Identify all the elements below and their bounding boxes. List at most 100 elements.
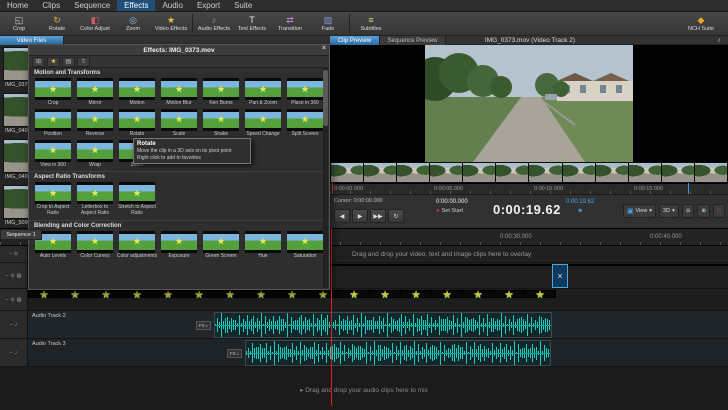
menu-export[interactable]: Export — [190, 0, 227, 11]
tab-clip-preview[interactable]: Clip Preview — [330, 36, 380, 45]
effect-item[interactable]: Exposure — [158, 231, 200, 260]
video-clip[interactable] — [330, 264, 728, 266]
audio-clip[interactable] — [214, 312, 552, 338]
grid-view-button[interactable]: ⊞ — [32, 57, 45, 67]
collapse-icon[interactable]: − — [6, 273, 9, 279]
audio-clip[interactable] — [245, 340, 551, 366]
subtitles-button[interactable]: ≡Subtitles — [352, 12, 390, 35]
view-dropdown[interactable]: ▣View▾ — [623, 204, 656, 218]
effect-item[interactable]: Reverse — [74, 109, 116, 138]
clip-playhead[interactable] — [332, 183, 333, 194]
clip-fx-badge[interactable]: FX♪ — [196, 321, 211, 330]
effect-item[interactable]: Scale — [158, 109, 200, 138]
menu-clips[interactable]: Clips — [35, 0, 67, 11]
clip-fx-badge[interactable]: FX♪ — [227, 349, 242, 358]
zoom-in-button[interactable]: ⊕ — [697, 204, 710, 218]
track-header[interactable]: −♪ — [0, 339, 28, 366]
zoom-out-button[interactable]: ⊖ — [682, 204, 695, 218]
play-button[interactable]: ▶ — [352, 209, 368, 223]
collapse-icon[interactable]: − — [6, 297, 9, 303]
magnet-icon: ∩ — [717, 208, 721, 214]
list-view-button[interactable]: ▤ — [62, 57, 75, 67]
effect-item[interactable]: Place in 360 — [284, 78, 326, 107]
effect-item[interactable]: Rotate — [116, 109, 158, 138]
clip-timeline-ruler[interactable]: 0:00:00.000 0:00:05.000 0:00:10.000 0:00… — [330, 183, 728, 194]
track-header[interactable]: −♪ — [0, 311, 28, 338]
effects-scrollbar[interactable] — [323, 68, 328, 288]
set-end-control[interactable]: 0:00:19.62 ⚑ — [566, 199, 594, 215]
selected-transition-clip[interactable]: × — [552, 264, 568, 288]
effect-item[interactable]: Shake — [200, 109, 242, 138]
effect-item[interactable]: Color adjustments — [116, 231, 158, 260]
zoom-button[interactable]: ◎Zoom — [114, 12, 152, 35]
collapse-icon[interactable]: − — [10, 350, 13, 356]
menu-effects[interactable]: Effects — [117, 0, 155, 11]
menu-audio[interactable]: Audio — [155, 0, 189, 11]
video-clip[interactable] — [28, 290, 556, 298]
menu-sequence[interactable]: Sequence — [67, 0, 117, 11]
subtitles-icon: ≡ — [368, 16, 373, 25]
skip-back-button[interactable]: ◀ — [334, 209, 350, 223]
video-effects-button[interactable]: ★Video Effects — [152, 12, 190, 35]
effect-item[interactable]: Crop — [32, 78, 74, 107]
skip-forward-button[interactable]: ▶▶ — [370, 209, 386, 223]
snap-magnet-button[interactable]: ∩ — [713, 204, 725, 218]
effect-item[interactable]: Green Screen — [200, 231, 242, 260]
close-icon[interactable]: × — [322, 45, 326, 52]
track-header[interactable]: −⊙ — [0, 246, 28, 262]
audio-track-row[interactable]: −♪ Audio Track 2 FX♪ — [0, 311, 728, 339]
effect-item[interactable]: View in 360 — [32, 140, 74, 169]
audio-track-row[interactable]: −♪ Audio Track 3 FX♪ — [0, 339, 728, 367]
rotate-button[interactable]: ↻Rotate — [38, 12, 76, 35]
effect-item[interactable]: Motion Blur — [158, 78, 200, 107]
effect-item[interactable]: Hue — [242, 231, 284, 260]
clip-icon: ▤ — [17, 273, 22, 279]
clip-preview-area[interactable] — [330, 45, 728, 162]
loop-button[interactable]: ↻ — [388, 209, 404, 223]
preview-audio-icon[interactable]: ♪ — [712, 36, 726, 45]
audio-effects-button[interactable]: ♪Audio Effects — [195, 12, 233, 35]
crop-button[interactable]: ◱Crop — [0, 12, 38, 35]
speaker-icon[interactable]: ♪ — [15, 350, 18, 356]
speaker-icon[interactable]: ♪ — [15, 322, 18, 328]
nch-suite-button[interactable]: ◆NCH Suite — [682, 12, 720, 35]
track-header[interactable]: −⊙▤ — [0, 289, 28, 310]
videopad-app-window: Home Clips Sequence Effects Audio Export… — [0, 0, 728, 410]
video-track-row[interactable]: −⊙▤ — [0, 289, 728, 311]
effect-item[interactable]: Color Curves — [74, 231, 116, 260]
scrollbar-thumb[interactable] — [323, 70, 328, 126]
menu-suite[interactable]: Suite — [227, 0, 259, 11]
color-adjust-button[interactable]: ◧Color Adjust — [76, 12, 114, 35]
transition-button[interactable]: ⇄Transition — [271, 12, 309, 35]
collapse-icon[interactable]: − — [9, 251, 12, 257]
effect-item[interactable]: Crop to Aspect Ratio — [32, 182, 74, 217]
text-effects-button[interactable]: TText Effects — [233, 12, 271, 35]
track-header[interactable]: −⊙▤ — [0, 263, 28, 288]
collapse-sections-button[interactable]: ⇧ — [77, 57, 90, 67]
effect-item[interactable]: Saturation — [284, 231, 326, 260]
effect-thumbnail — [77, 182, 113, 204]
effect-item[interactable]: Letterbox to Aspect Ratio — [74, 182, 116, 217]
visibility-eye-icon[interactable]: ⊙ — [10, 297, 14, 303]
menu-home[interactable]: Home — [0, 0, 35, 11]
collapse-icon[interactable]: − — [10, 322, 13, 328]
sequence-playhead[interactable] — [331, 228, 332, 406]
effect-item[interactable]: Wrap — [74, 140, 116, 169]
set-start-control[interactable]: 0:00:00.000 ●Set Start — [436, 199, 468, 214]
effect-item[interactable]: Motion — [116, 78, 158, 107]
clip-preview-filmstrip[interactable] — [330, 162, 728, 183]
fade-button[interactable]: ▨Fade — [309, 12, 347, 35]
favorites-button[interactable]: ★ — [47, 57, 60, 67]
visibility-eye-icon[interactable]: ⊙ — [14, 251, 18, 257]
effect-item[interactable]: Ken Burns — [200, 78, 242, 107]
effect-item[interactable]: Pan & Zoom — [242, 78, 284, 107]
visibility-eye-icon[interactable]: ⊙ — [10, 273, 14, 279]
3d-dropdown[interactable]: 3D▾ — [659, 204, 679, 218]
tab-sequence-1[interactable]: Sequence 1 — [0, 229, 42, 240]
effect-item[interactable]: Position — [32, 109, 74, 138]
effect-item[interactable]: Speed Change — [242, 109, 284, 138]
effect-item[interactable]: Split Screen — [284, 109, 326, 138]
effect-item[interactable]: Stretch to Aspect Ratio — [116, 182, 158, 217]
clip-end-marker[interactable] — [688, 183, 689, 194]
effect-item[interactable]: Mirror — [74, 78, 116, 107]
